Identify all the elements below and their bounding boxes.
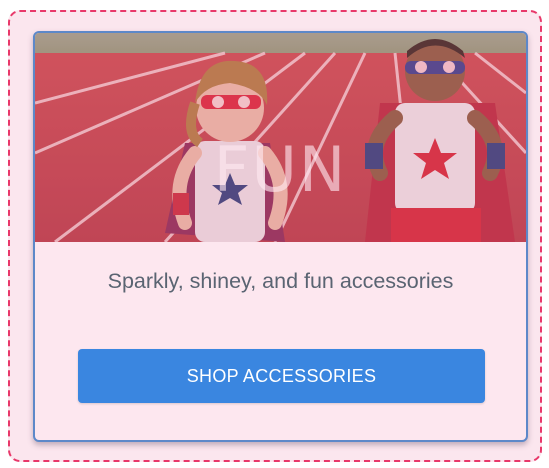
hero-image: FUN (35, 33, 526, 242)
accessories-promo-card: FUN Sparkly, shiney, and fun accessories… (33, 31, 528, 442)
card-tagline: Sparkly, shiney, and fun accessories (107, 269, 454, 293)
shop-accessories-button[interactable]: SHOP ACCESSORIES (78, 349, 485, 403)
hero-title: FUN (213, 133, 348, 206)
